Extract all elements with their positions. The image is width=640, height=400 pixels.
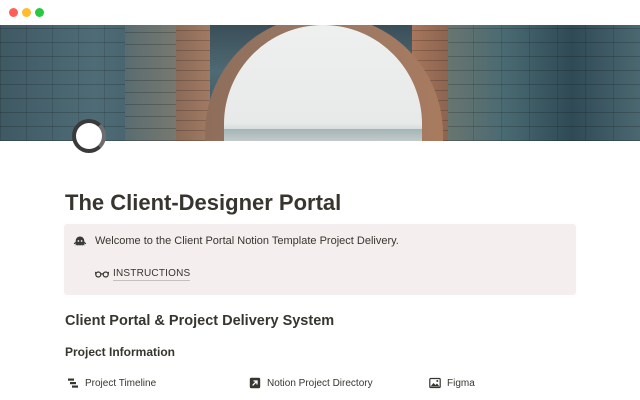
page-title: The Client-Designer Portal	[65, 190, 342, 215]
ring-icon[interactable]	[72, 119, 106, 153]
minimize-window-button[interactable]	[22, 8, 31, 17]
figma-link[interactable]: Figma	[429, 375, 475, 391]
image-icon	[429, 377, 441, 389]
instructions-link[interactable]: INSTRUCTIONS	[95, 266, 191, 282]
section-heading: Client Portal & Project Delivery System	[65, 313, 335, 329]
instructions-label: INSTRUCTIONS	[113, 268, 191, 281]
section-subheading: Project Information	[65, 345, 176, 359]
ghost-icon	[73, 236, 87, 246]
cover-stone-wall-right	[445, 25, 640, 141]
project-links: Project Timeline Notion Project Director…	[0, 375, 640, 391]
link-label: Figma	[447, 377, 475, 389]
link-label: Notion Project Directory	[267, 377, 373, 389]
notion-project-directory-link[interactable]: Notion Project Directory	[249, 375, 373, 391]
cover-pillar-left	[125, 25, 180, 141]
timeline-icon	[68, 378, 78, 388]
cover-arch-sea	[224, 129, 422, 141]
welcome-callout: Welcome to the Client Portal Notion Temp…	[64, 224, 576, 295]
project-timeline-link[interactable]: Project Timeline	[67, 375, 156, 391]
arrow-link-icon	[249, 377, 261, 389]
close-window-button[interactable]	[9, 8, 18, 17]
page: The Client-Designer Portal Welcome to th…	[0, 0, 640, 400]
zoom-window-button[interactable]	[35, 8, 44, 17]
window-titlebar	[0, 0, 640, 25]
glasses-icon	[95, 271, 109, 278]
callout-text: Welcome to the Client Portal Notion Temp…	[95, 235, 399, 247]
link-label: Project Timeline	[85, 377, 157, 389]
